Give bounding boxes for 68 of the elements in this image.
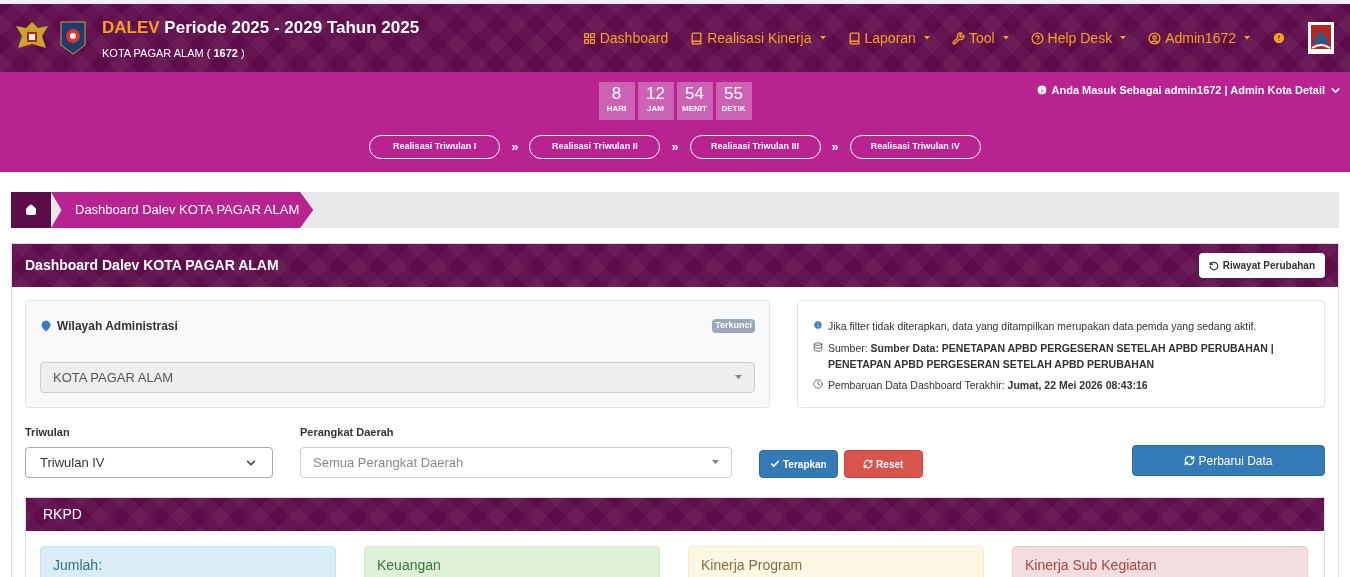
book-icon (690, 31, 704, 45)
countdown-unit: JAM (647, 104, 664, 114)
caret-icon (1002, 36, 1009, 40)
filter-note: Jika filter tidak diterapkan, data yang ditampilkan merupakan data pemda yang sedang aktif. (828, 319, 1257, 334)
grid-icon (582, 31, 596, 45)
info-icon (1035, 84, 1048, 97)
history-button[interactable]: Riwayat Perubahan (1198, 253, 1325, 278)
data-source: Sumber: Sumber Data: PENETAPAN APBD PERGESERAN SETELAH APBD PERUBAHAN | PENETAPAN APBD PERGESERAN SETELAH APBD PERUBAHAN (828, 340, 1275, 372)
help-icon (1030, 31, 1044, 45)
caret-icon (819, 36, 826, 40)
alert-icon[interactable] (1272, 31, 1286, 45)
apply-button[interactable]: Terapkan (759, 450, 838, 478)
logo-icon[interactable] (1308, 22, 1334, 54)
user-info[interactable]: Anda Masuk Sebagai admin1672 | Admin Kota Detail (1035, 82, 1342, 99)
nav-link[interactable]: Tool (951, 27, 1009, 49)
countdown-value: 54 (685, 84, 704, 104)
countdown-unit: DETIK (721, 104, 746, 114)
nav-link[interactable]: Dashboard (582, 27, 669, 49)
quarter-select[interactable]: Triwulan IV (25, 447, 273, 478)
shield-icon (60, 21, 86, 55)
unit-label: Perangkat Daerah (300, 424, 395, 440)
home-button[interactable] (11, 192, 51, 228)
countdown-value: 12 (646, 84, 665, 104)
history-icon (1208, 260, 1219, 271)
caret-icon (712, 460, 719, 465)
step-separator: » (511, 138, 519, 157)
summary-card: Jumlah: (40, 546, 336, 577)
caret-icon (1120, 36, 1127, 40)
refresh-icon (863, 459, 874, 469)
panel-title: Dashboard Dalev KOTA PAGAR ALAM (25, 256, 279, 275)
unit-select[interactable]: Semua Perangkat Daerah (300, 447, 732, 478)
region-select[interactable]: KOTA PAGAR ALAM (40, 362, 755, 393)
info-icon (813, 320, 823, 330)
nav-link[interactable]: Help Desk (1030, 27, 1127, 49)
wrench-icon (951, 31, 965, 45)
reset-button[interactable]: Reset (843, 450, 923, 478)
caret-icon (1244, 36, 1250, 40)
summary-card: Kinerja Sub Kegiatan (1012, 546, 1308, 577)
refresh-icon (1184, 455, 1196, 466)
clock-icon (813, 379, 823, 390)
summary-card: Kinerja Program (688, 546, 984, 577)
database-icon (813, 341, 823, 352)
locked-badge: Terkunci (712, 319, 755, 333)
book-icon (847, 31, 861, 45)
step-separator: » (831, 138, 839, 157)
caret-icon (735, 375, 742, 380)
quarter-label: Triwulan (25, 424, 71, 440)
nav-link[interactable]: Realisasi Kinerja (690, 27, 826, 49)
countdown-unit: HARI (606, 104, 627, 114)
countdown-unit: MENIT (682, 104, 707, 114)
countdown-value: 8 (611, 84, 622, 104)
user-icon (1148, 31, 1162, 45)
breadcrumb-item[interactable]: Dashboard Dalev KOTA PAGAR ALAM (51, 192, 314, 228)
app-title: DALEV Periode 2025 - 2029 Tahun 2025 (102, 17, 420, 39)
location-icon (40, 320, 52, 332)
step-separator: » (671, 138, 679, 157)
summary-card: Keuangan (364, 546, 660, 577)
countdown-value: 55 (724, 84, 743, 104)
app-subtitle: KOTA PAGAR ALAM ( 1672 ) (102, 45, 246, 61)
nav-link[interactable]: Admin1672 (1148, 27, 1250, 49)
rkpd-title: RKPD (43, 505, 82, 524)
refresh-button[interactable]: Perbarui Data (1132, 445, 1325, 476)
caret-icon (923, 36, 930, 40)
home-icon (25, 204, 37, 216)
nav-link[interactable]: Laporan (847, 27, 930, 49)
region-label: Wilayah Administrasi (57, 318, 178, 335)
last-update: Pembaruan Data Dashboard Terakhir: Jumat, 22 Mei 2026 08:43:16 (828, 378, 1148, 394)
check-icon (770, 459, 780, 469)
